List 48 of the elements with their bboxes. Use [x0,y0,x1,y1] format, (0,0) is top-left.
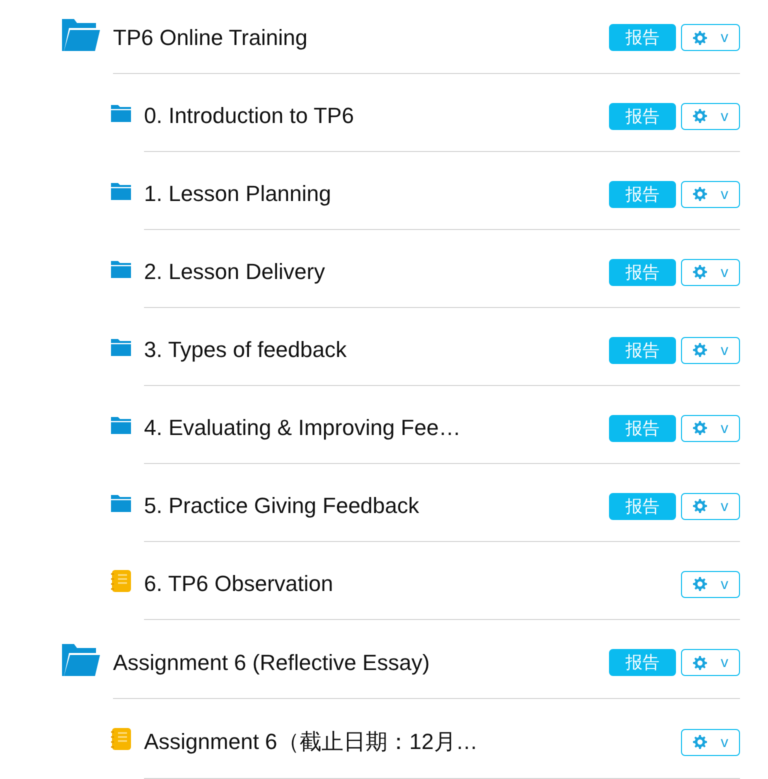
settings-dropdown-button[interactable]: v [681,180,740,208]
report-button[interactable]: 报告 [609,258,676,286]
item-title[interactable]: 3. Types of feedback [144,337,347,363]
gear-icon [692,656,707,670]
report-button[interactable]: 报告 [609,180,676,208]
folder-icon [111,416,131,434]
report-button[interactable]: 报告 [609,649,676,676]
notebook-icon [111,728,131,750]
gear-icon [692,499,707,513]
settings-dropdown-button[interactable]: v [681,258,740,286]
folder-icon [111,494,131,512]
item-title[interactable]: 5. Practice Giving Feedback [144,493,420,519]
gear-icon [692,735,707,749]
folder-icon [111,182,131,200]
gear-icon [692,30,707,44]
report-button[interactable]: 报告 [609,336,676,364]
notebook-icon [111,570,131,592]
report-button[interactable]: 报告 [609,414,676,442]
gear-icon [692,187,707,201]
folder-icon [111,260,131,278]
report-button[interactable]: 报告 [609,102,676,130]
settings-dropdown-button[interactable]: v [681,102,740,130]
settings-dropdown-button[interactable]: v [681,24,740,51]
gear-icon [692,577,707,591]
settings-dropdown-button[interactable]: v [681,336,740,364]
folder-icon [111,338,131,356]
item-title[interactable]: 1. Lesson Planning [144,181,332,207]
item-title[interactable]: 4. Evaluating & Improving Fee… [144,415,461,441]
settings-dropdown-button[interactable]: v [681,649,740,676]
report-button[interactable]: 报告 [609,24,676,51]
item-title[interactable]: Assignment 6 (Reflective Essay) [113,650,430,676]
gear-icon [692,343,707,357]
item-title[interactable]: 2. Lesson Delivery [144,259,325,285]
settings-dropdown-button[interactable]: v [681,728,740,756]
item-title[interactable]: Assignment 6（截止日期：12月… [144,727,478,757]
folder-icon [111,104,131,122]
folder-icon [60,642,100,678]
report-button[interactable]: 报告 [609,492,676,520]
folder-icon [60,17,100,53]
item-title[interactable]: TP6 Online Training [113,24,308,50]
item-title[interactable]: 6. TP6 Observation [144,571,334,597]
gear-icon [692,265,707,279]
settings-dropdown-button[interactable]: v [681,570,740,598]
settings-dropdown-button[interactable]: v [681,492,740,520]
gear-icon [692,421,707,435]
settings-dropdown-button[interactable]: v [681,414,740,442]
item-title[interactable]: 0. Introduction to TP6 [144,103,354,129]
gear-icon [692,109,707,123]
